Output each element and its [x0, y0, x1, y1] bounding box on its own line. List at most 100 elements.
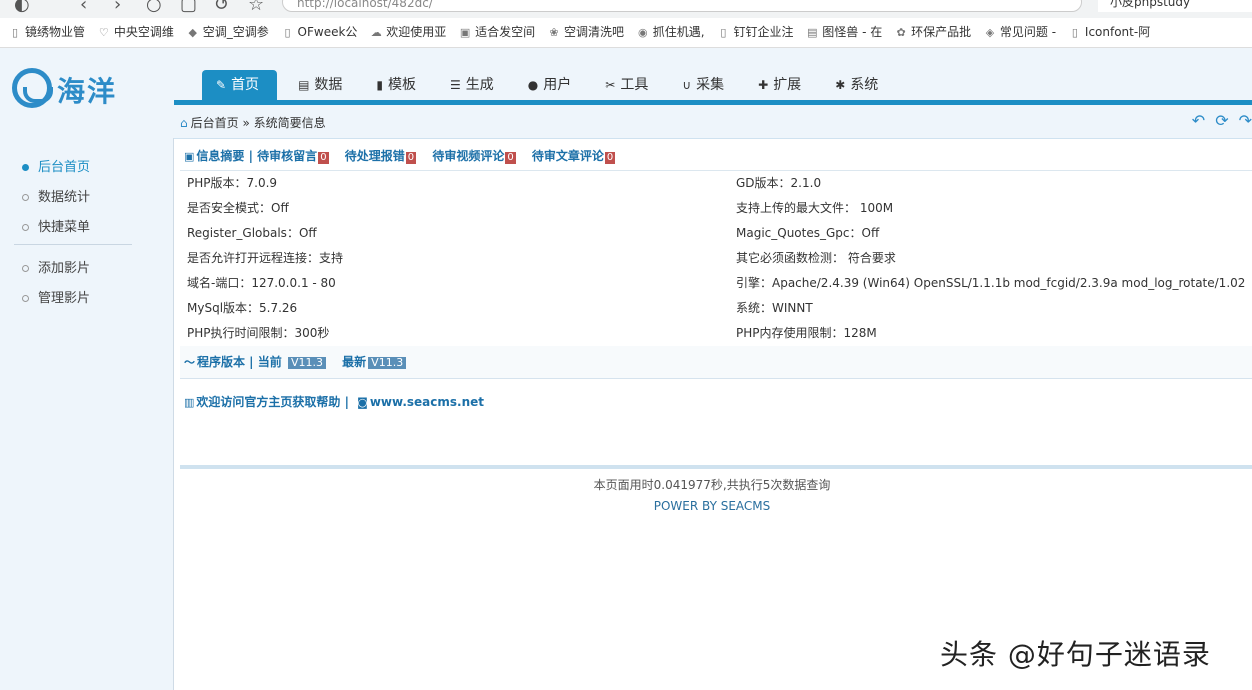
official-site-link[interactable]: www.seacms.net — [370, 395, 484, 409]
paw-icon: ❀ — [549, 26, 559, 39]
breadcrumb-home-link[interactable]: 后台首页 — [191, 116, 239, 130]
info-row: 是否允许打开远程连接：支持 其它必须函数检测： 符合要求 — [187, 251, 896, 265]
cube-icon: ◆ — [188, 26, 197, 39]
tab-template[interactable]: ▮ 模板 — [363, 70, 429, 100]
pending-article-comments-link[interactable]: 待审文章评论 0 — [532, 149, 616, 164]
count-badge: 0 — [604, 152, 616, 164]
edit-icon: ✎ — [216, 78, 227, 92]
rss-icon: ◙ — [357, 396, 368, 409]
bookmarks-bar: ▯ 镜绣物业管 ♡ 中央空调维 ◆ 空调_空调参 ▯ OFweek公 ☁ 欢迎使用亚 ▣ 适… — [0, 18, 1252, 48]
new-page-icon[interactable]: ▢ — [180, 0, 197, 15]
page-icon: ▯ — [11, 26, 19, 39]
tab-extend[interactable]: ✚ 扩展 — [745, 70, 814, 100]
leaf-icon: ✿ — [896, 26, 906, 39]
nav-tabs: ✎ 首页 ▤ 数据 ▮ 模板 ☰ 生成 ● 用户 ✂ 工具 ∪ 采集 ✚ 扩展 ✱ 系统 — [202, 70, 899, 100]
bookmark-item[interactable]: ♡ 中央空调维 — [97, 18, 174, 47]
count-badge: 0 — [405, 152, 417, 164]
sidebar-item-home[interactable]: 后台首页 — [22, 156, 90, 175]
pending-video-comments-link[interactable]: 待审视频评论 0 — [432, 149, 516, 164]
top-nav: ✎ 首页 ▤ 数据 ▮ 模板 ☰ 生成 ● 用户 ✂ 工具 ∪ 采集 ✚ 扩展 ✱ 系统 — [174, 48, 1252, 105]
info-card-icon: ▣ — [184, 150, 195, 163]
bullet-icon — [22, 164, 29, 171]
info-row: PHP版本：7.0.9 GD版本：2.1.0 — [187, 176, 822, 190]
bookmark-item[interactable]: ▤ 图怪兽 - 在 — [805, 18, 882, 47]
bar-chart-icon: ▥ — [184, 396, 195, 409]
sidebar: 后台首页 数据统计 快捷菜单 添加影片 管理影片 — [0, 138, 174, 690]
divider — [180, 378, 1252, 379]
browser-toolbar: ◐ ‹ › ○ ▢ ↺ ☆ http://localhost/482dc/ 小皮… — [0, 0, 1252, 18]
magnet-icon: ∪ — [682, 78, 692, 92]
breadcrumb: ⌂ 后台首页 » 系统简要信息 ↶ ⟳ ↷ — [174, 105, 1252, 139]
bookmark-item[interactable]: ✿ 环保产品批 — [894, 18, 971, 47]
sidebar-item-stats[interactable]: 数据统计 — [22, 186, 90, 205]
page-icon: ▯ — [1071, 26, 1078, 39]
main-content: ▣ 信息摘要 | 待审核留言 0 待处理报错 0 待审视频评论 0 待审文章评论 0 PH… — [180, 138, 1252, 690]
sidebar-item-manage-video[interactable]: 管理影片 — [22, 287, 90, 306]
tab-user[interactable]: ● 用户 — [515, 70, 584, 100]
refresh-icon[interactable]: ⟳ — [1215, 111, 1228, 130]
watermark: 头条 @好句子迷语录 — [940, 638, 1211, 671]
logo: 海洋 — [0, 48, 174, 138]
chart-line-icon: 〜 — [184, 356, 195, 369]
browser-tab[interactable]: 小皮phpstudy — [1098, 0, 1252, 12]
reload-icon[interactable]: ○ — [146, 0, 162, 15]
bookmark-item[interactable]: ▯ OFweek公 — [281, 18, 358, 47]
info-row: 是否安全模式：Off 支持上传的最大文件： 100M — [187, 201, 894, 215]
tab-generate[interactable]: ☰ 生成 — [437, 70, 507, 100]
cloud-icon: ☁ — [370, 26, 382, 39]
sidebar-item-shortcuts[interactable]: 快捷菜单 — [22, 216, 90, 235]
pending-messages-link[interactable]: 待审核留言 0 — [257, 149, 329, 164]
undo-icon[interactable]: ↺ — [214, 0, 229, 15]
browser-logo-icon: ◐ — [14, 0, 30, 15]
page-icon: ▯ — [720, 26, 727, 39]
bullet-icon — [22, 224, 29, 231]
latest-version-badge: V11.3 — [368, 357, 407, 369]
tab-data[interactable]: ▤ 数据 — [285, 70, 355, 100]
official-site-header: ▥ 欢迎访问官方主页获取帮助 | ◙ www.seacms.net — [180, 386, 1252, 418]
back-icon[interactable]: ‹ — [80, 0, 87, 15]
tab-home[interactable]: ✎ 首页 — [202, 70, 278, 100]
shield-icon: ◈ — [985, 26, 995, 39]
page-icon: ▯ — [284, 26, 291, 39]
book-icon: ▤ — [298, 78, 310, 92]
footer-divider — [180, 465, 1252, 469]
page-timing: 本页面用时0.041977秒,共执行5次数据查询 — [593, 478, 831, 492]
bookmark-item[interactable]: ▯ Iconfont-阿 — [1068, 18, 1150, 47]
sidebar-item-add-video[interactable]: 添加影片 — [22, 257, 90, 276]
seal-icon: ▣ — [459, 26, 471, 39]
sidebar-divider — [14, 244, 132, 245]
summary-header: ▣ 信息摘要 | 待审核留言 0 待处理报错 0 待审视频评论 0 待审文章评论 0 — [180, 140, 1252, 172]
pending-errors-link[interactable]: 待处理报错 0 — [345, 149, 417, 164]
tab-collect[interactable]: ∪ 采集 — [669, 70, 737, 100]
tab-tools[interactable]: ✂ 工具 — [592, 70, 661, 100]
info-row: PHP执行时间限制：300秒 PHP内存使用限制：128M — [187, 326, 877, 340]
wrench-icon: ✂ — [605, 78, 616, 92]
bookmark-item[interactable]: ◈ 常见问题 - — [983, 18, 1056, 47]
version-header: 〜程序版本 | 当前 V11.3 最新 V11.3 — [180, 346, 1252, 378]
user-icon: ● — [527, 78, 539, 92]
gear-icon: ✱ — [835, 78, 846, 92]
count-badge: 0 — [318, 152, 329, 164]
powered-by: POWER BY SEACMS — [653, 499, 771, 513]
weibo-icon: ◉ — [637, 26, 648, 39]
info-row: Register_Globals：Off Magic_Quotes_Gpc：Off — [187, 226, 880, 240]
star-icon[interactable]: ☆ — [248, 0, 264, 15]
forward-icon[interactable]: › — [114, 0, 121, 15]
admin-app: 海洋 ✎ 首页 ▤ 数据 ▮ 模板 ☰ 生成 ● 用户 ✂ 工具 ∪ 采集 ✚ 扩展 ✱ 系统 ⌂ 后台首页 » 系… — [0, 48, 1252, 690]
bookmark-item[interactable]: ▯ 镜绣物业管 — [8, 18, 85, 47]
image-icon: ▤ — [807, 26, 818, 39]
back-arrow-icon[interactable]: ↶ — [1192, 111, 1205, 130]
forward-arrow-icon[interactable]: ↷ — [1239, 111, 1252, 130]
bullet-icon — [22, 295, 29, 302]
bookmark-item[interactable]: ▣ 适合发空间 — [458, 18, 535, 47]
address-bar[interactable]: http://localhost/482dc/ — [282, 0, 1082, 12]
bookmark-item[interactable]: ❀ 空调清洗吧 — [547, 18, 624, 47]
bookmark-item[interactable]: ☁ 欢迎使用亚 — [369, 18, 447, 47]
bullet-icon — [22, 194, 29, 201]
info-row: MySql版本：5.7.26 系统：WINNT — [187, 301, 813, 315]
bookmark-item[interactable]: ◆ 空调_空调参 — [186, 18, 268, 47]
bookmark-item[interactable]: ◉ 抓住机遇, — [636, 18, 705, 47]
system-info-table: PHP版本：7.0.9 GD版本：2.1.0 是否安全模式：Off 支持上传的最大文… — [180, 170, 1252, 346]
tab-system[interactable]: ✱ 系统 — [822, 70, 891, 100]
bookmark-item[interactable]: ▯ 钉钉企业注 — [716, 18, 793, 47]
